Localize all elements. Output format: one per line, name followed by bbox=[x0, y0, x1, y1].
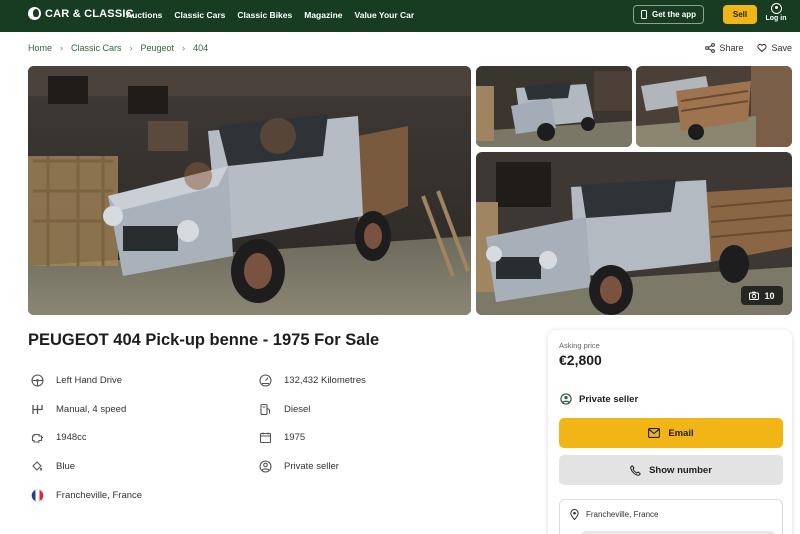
site-logo[interactable]: CAR & CLASSIC bbox=[28, 7, 134, 20]
camera-icon bbox=[749, 291, 760, 300]
thumbnail-photo-2[interactable] bbox=[636, 66, 792, 147]
logo-text: CAR & CLASSIC bbox=[45, 7, 134, 20]
spec-mileage-text: 132,432 Kilometres bbox=[284, 375, 366, 386]
thumbnail-photo-1[interactable] bbox=[476, 66, 632, 147]
spec-location-text: Francheville, France bbox=[56, 490, 143, 501]
breadcrumb: Home › Classic Cars › Peugeot › 404 bbox=[28, 43, 208, 53]
spec-engine-text: 1948cc bbox=[56, 432, 87, 443]
photo-count: 10 bbox=[764, 290, 775, 301]
save-label: Save bbox=[771, 43, 792, 53]
spec-fuel-text: Diesel bbox=[284, 404, 311, 415]
listing-actions: Share Save bbox=[705, 43, 792, 53]
nav-item-auctions[interactable]: Auctions bbox=[126, 10, 162, 20]
breadcrumb-peugeot[interactable]: Peugeot bbox=[141, 43, 175, 53]
login-label: Log in bbox=[765, 15, 787, 22]
spec-mileage: 132,432 Kilometres bbox=[256, 374, 366, 387]
fuel-pump-icon bbox=[256, 403, 274, 416]
top-navigation-bar: CAR & CLASSIC Auctions Classic Cars Clas… bbox=[0, 0, 800, 32]
france-flag-icon bbox=[28, 489, 46, 502]
calendar-icon bbox=[256, 431, 274, 444]
user-icon bbox=[256, 460, 274, 473]
main-nav: Auctions Classic Cars Classic Bikes Maga… bbox=[126, 10, 414, 20]
chevron-right-icon: › bbox=[60, 43, 64, 53]
seller-info: Private seller bbox=[560, 393, 638, 405]
photo-count-button[interactable]: 10 bbox=[741, 286, 783, 305]
email-seller-button[interactable]: Email bbox=[559, 418, 783, 448]
nav-item-value-your-car[interactable]: Value Your Car bbox=[355, 10, 415, 20]
spec-year: 1975 bbox=[256, 431, 305, 444]
gearbox-icon bbox=[28, 403, 46, 416]
share-button[interactable]: Share bbox=[705, 43, 743, 53]
get-the-app-button[interactable]: Get the app bbox=[633, 5, 704, 24]
breadcrumb-home[interactable]: Home bbox=[28, 43, 52, 53]
location-card: Francheville, France bbox=[559, 499, 783, 534]
truck-photo-image bbox=[636, 66, 792, 147]
spec-fuel: Diesel bbox=[256, 403, 310, 416]
get-the-app-label: Get the app bbox=[651, 10, 696, 19]
show-number-button[interactable]: Show number bbox=[559, 455, 783, 485]
spec-colour: Blue bbox=[28, 460, 75, 473]
seller-type: Private seller bbox=[579, 393, 639, 405]
location-row: Francheville, France bbox=[570, 509, 658, 520]
asking-price-value: €2,800 bbox=[559, 352, 602, 368]
email-label: Email bbox=[668, 427, 694, 439]
truck-photo-image bbox=[28, 66, 471, 315]
price-panel: Asking price €2,800 Private seller Email… bbox=[548, 330, 792, 534]
sell-button[interactable]: Sell bbox=[723, 5, 757, 24]
spec-transmission-text: Manual, 4 speed bbox=[56, 404, 127, 415]
nav-item-classic-cars[interactable]: Classic Cars bbox=[174, 10, 225, 20]
phone-icon bbox=[640, 10, 647, 19]
show-number-label: Show number bbox=[649, 464, 712, 476]
spec-location: Francheville, France bbox=[28, 489, 142, 502]
chevron-right-icon: › bbox=[182, 43, 186, 53]
main-photo[interactable] bbox=[28, 66, 471, 315]
engine-icon bbox=[28, 431, 46, 444]
save-button[interactable]: Save bbox=[757, 43, 792, 53]
spec-seller: Private seller bbox=[256, 460, 339, 473]
page-title: PEUGEOT 404 Pick-up benne - 1975 For Sal… bbox=[28, 331, 380, 349]
login-button[interactable]: Log in bbox=[765, 3, 787, 22]
user-icon bbox=[560, 393, 572, 405]
share-icon bbox=[705, 43, 716, 53]
odometer-icon bbox=[256, 374, 274, 387]
spec-engine: 1948cc bbox=[28, 431, 87, 444]
heart-icon bbox=[757, 43, 768, 53]
user-icon bbox=[770, 3, 782, 14]
steering-wheel-icon bbox=[28, 374, 46, 387]
logo-icon bbox=[28, 7, 41, 20]
spec-colour-text: Blue bbox=[56, 461, 76, 472]
envelope-icon bbox=[648, 428, 661, 438]
breadcrumb-classic-cars[interactable]: Classic Cars bbox=[71, 43, 122, 53]
phone-icon bbox=[630, 464, 641, 476]
spec-drive-text: Left Hand Drive bbox=[56, 375, 123, 386]
location-text: Francheville, France bbox=[586, 510, 659, 519]
paint-bucket-icon bbox=[28, 460, 46, 473]
spec-transmission: Manual, 4 speed bbox=[28, 403, 126, 416]
spec-year-text: 1975 bbox=[284, 432, 306, 443]
chevron-right-icon: › bbox=[129, 43, 133, 53]
truck-photo-image bbox=[476, 66, 632, 147]
spec-drive: Left Hand Drive bbox=[28, 374, 122, 387]
share-label: Share bbox=[719, 43, 744, 53]
asking-price-label: Asking price bbox=[559, 341, 600, 350]
breadcrumb-404[interactable]: 404 bbox=[193, 43, 208, 53]
nav-item-magazine[interactable]: Magazine bbox=[304, 10, 342, 20]
map-pin-icon bbox=[570, 509, 579, 520]
spec-seller-text: Private seller bbox=[284, 461, 339, 472]
nav-item-classic-bikes[interactable]: Classic Bikes bbox=[237, 10, 292, 20]
